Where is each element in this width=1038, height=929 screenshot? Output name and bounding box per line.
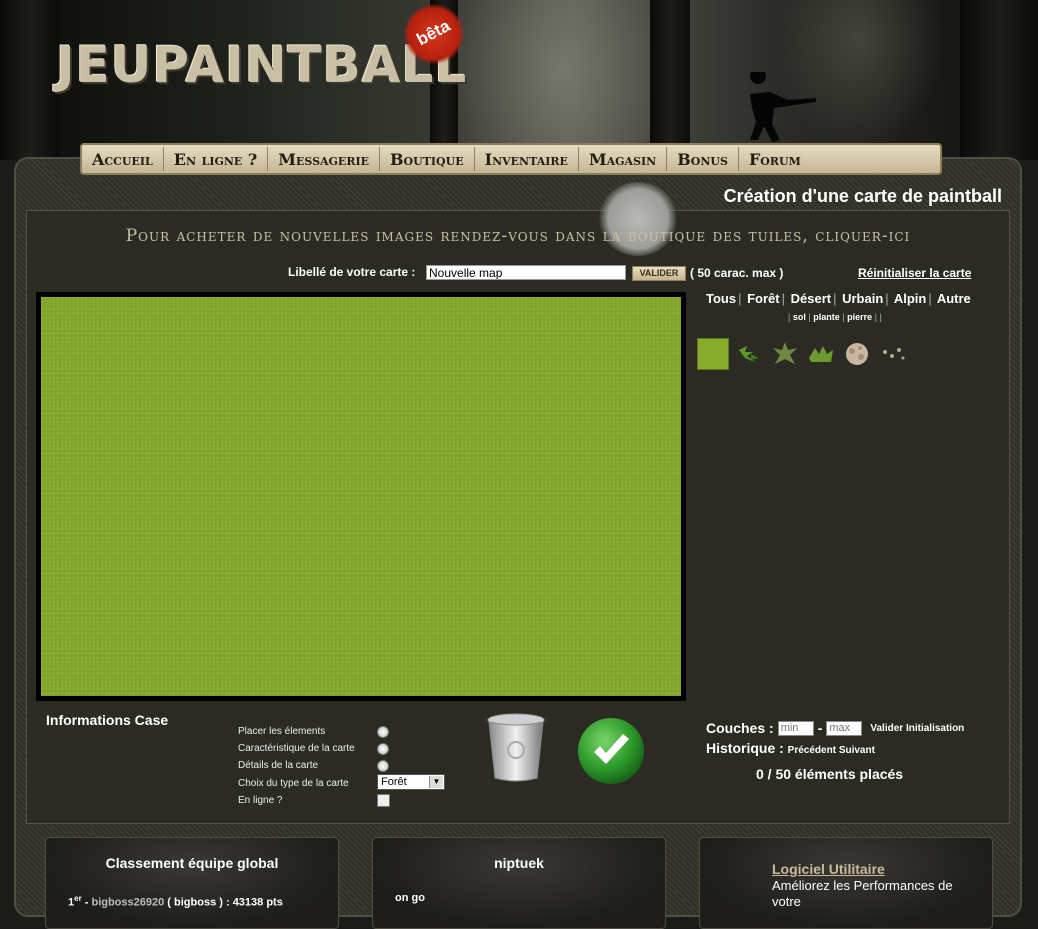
option-label: Caractéristique de la carte	[238, 743, 355, 754]
layers-init-link[interactable]: Initialisation	[906, 723, 964, 734]
reset-map-link[interactable]: Réinitialiser la carte	[858, 266, 971, 280]
elements-counter: 0 / 50 éléments placés	[756, 766, 904, 782]
tree-trunk	[0, 0, 60, 160]
nav-magasin[interactable]: Magasin	[579, 147, 668, 171]
option-label: En ligne ?	[238, 795, 283, 806]
nav-en-ligne[interactable]: En ligne ?	[164, 147, 269, 171]
nav-forum[interactable]: Forum	[739, 147, 811, 171]
leaf-tile-icon[interactable]	[733, 338, 765, 370]
ranking-title: Classement équipe global	[105, 855, 279, 871]
nav-inventaire[interactable]: Inventaire	[475, 147, 579, 171]
subcategory-sol[interactable]: sol	[793, 312, 806, 322]
page-title: Création d'une carte de paintball	[723, 186, 1002, 206]
shrub-tile-icon[interactable]	[841, 338, 873, 370]
place-elements-radio[interactable]	[377, 725, 389, 738]
map-details-radio[interactable]	[377, 759, 389, 772]
grass-tile-icon[interactable]	[697, 338, 729, 370]
rock-tile-icon[interactable]	[877, 338, 909, 370]
category-tous[interactable]: Tous	[706, 291, 736, 306]
user-panel: niptuek on go	[372, 837, 666, 929]
layer-min-input[interactable]	[777, 720, 814, 736]
category-foret[interactable]: Forêt	[747, 291, 780, 306]
utility-panel: Logiciel Utilitaire Améliorez les Perfor…	[699, 837, 993, 929]
rank-suffix: er	[74, 894, 82, 903]
user-status: on go	[395, 892, 425, 904]
ranking-team: ( bigboss )	[167, 896, 223, 909]
nav-bonus[interactable]: Bonus	[667, 147, 739, 171]
shop-link[interactable]: Pour acheter de nouvelles images rendez-…	[26, 226, 1010, 246]
bush-tile-icon[interactable]	[805, 338, 837, 370]
info-case-title: Informations Case	[46, 712, 169, 728]
layers-row: Couches : - Valider Initialisation	[706, 720, 964, 736]
layers-label: Couches :	[706, 720, 774, 736]
tile-palette	[697, 338, 909, 370]
option-label: Choix du type de la carte	[238, 777, 349, 789]
user-name: niptuek	[494, 855, 544, 871]
map-options: Placer les élements Caractéristique de l…	[238, 723, 445, 809]
beta-badge-label: bêta	[413, 16, 454, 50]
ranking-panel: Classement équipe global 1er - bigboss26…	[45, 837, 339, 929]
ranking-player-link[interactable]: bigboss26920	[91, 897, 164, 909]
history-prev-link[interactable]: Précédent	[788, 745, 836, 756]
chevron-down-icon: ▼	[429, 776, 443, 788]
map-type-select[interactable]: Forêt ▼	[377, 774, 445, 790]
fern-tile-icon[interactable]	[769, 338, 801, 370]
utility-text: Améliorez les Performances de votre	[772, 878, 953, 909]
max-length-note: ( 50 carac. max )	[690, 266, 784, 280]
subcategory-filter: | sol | plante | pierre | |	[788, 312, 882, 322]
category-filter: Tous | Forêt | Désert | Urbain | Alpin | Autr…	[706, 291, 971, 306]
map-name-input[interactable]	[426, 265, 626, 280]
validate-name-button[interactable]: VALIDER	[632, 266, 686, 281]
option-label: Détails de la carte	[238, 760, 319, 771]
category-desert[interactable]: Désert	[791, 291, 831, 306]
nav-boutique[interactable]: Boutique	[380, 147, 475, 171]
layers-dash: -	[817, 720, 823, 736]
ranking-points: 43138 pts	[232, 896, 283, 909]
tree-trunk	[960, 0, 1038, 160]
nav-accueil[interactable]: Accueil	[82, 147, 164, 171]
category-autre[interactable]: Autre	[937, 291, 971, 306]
map-canvas[interactable]	[41, 297, 681, 696]
map-type-value: Forêt	[381, 776, 407, 788]
tree-trunk	[650, 0, 690, 160]
online-checkbox[interactable]	[377, 794, 390, 807]
trash-icon[interactable]	[486, 712, 546, 784]
utility-link[interactable]: Logiciel Utilitaire	[772, 861, 885, 877]
main-nav: Accueil En ligne ? Messagerie Boutique I…	[80, 143, 942, 175]
subcategory-plante[interactable]: plante	[813, 312, 840, 322]
ranking-entry: 1er - bigboss26920 ( bigboss ) : 43138 p…	[68, 894, 283, 909]
map-name-label: Libellé de votre carte :	[288, 265, 416, 279]
layer-max-input[interactable]	[826, 720, 863, 736]
history-next-link[interactable]: Suivant	[839, 745, 875, 756]
map-characteristics-radio[interactable]	[377, 742, 389, 755]
category-urbain[interactable]: Urbain	[842, 291, 883, 306]
category-alpin[interactable]: Alpin	[894, 291, 927, 306]
history-label: Historique :	[706, 740, 784, 756]
paintball-player-icon	[750, 72, 816, 142]
confirm-check-icon[interactable]	[576, 716, 646, 786]
nav-messagerie[interactable]: Messagerie	[268, 147, 380, 171]
site-header: JEUPAINTBALL bêta	[0, 0, 1038, 160]
history-row: Historique : Précédent Suivant	[706, 740, 875, 756]
option-label: Placer les élements	[238, 726, 326, 737]
subcategory-pierre[interactable]: pierre	[847, 312, 872, 322]
layers-validate-link[interactable]: Valider	[870, 723, 903, 734]
